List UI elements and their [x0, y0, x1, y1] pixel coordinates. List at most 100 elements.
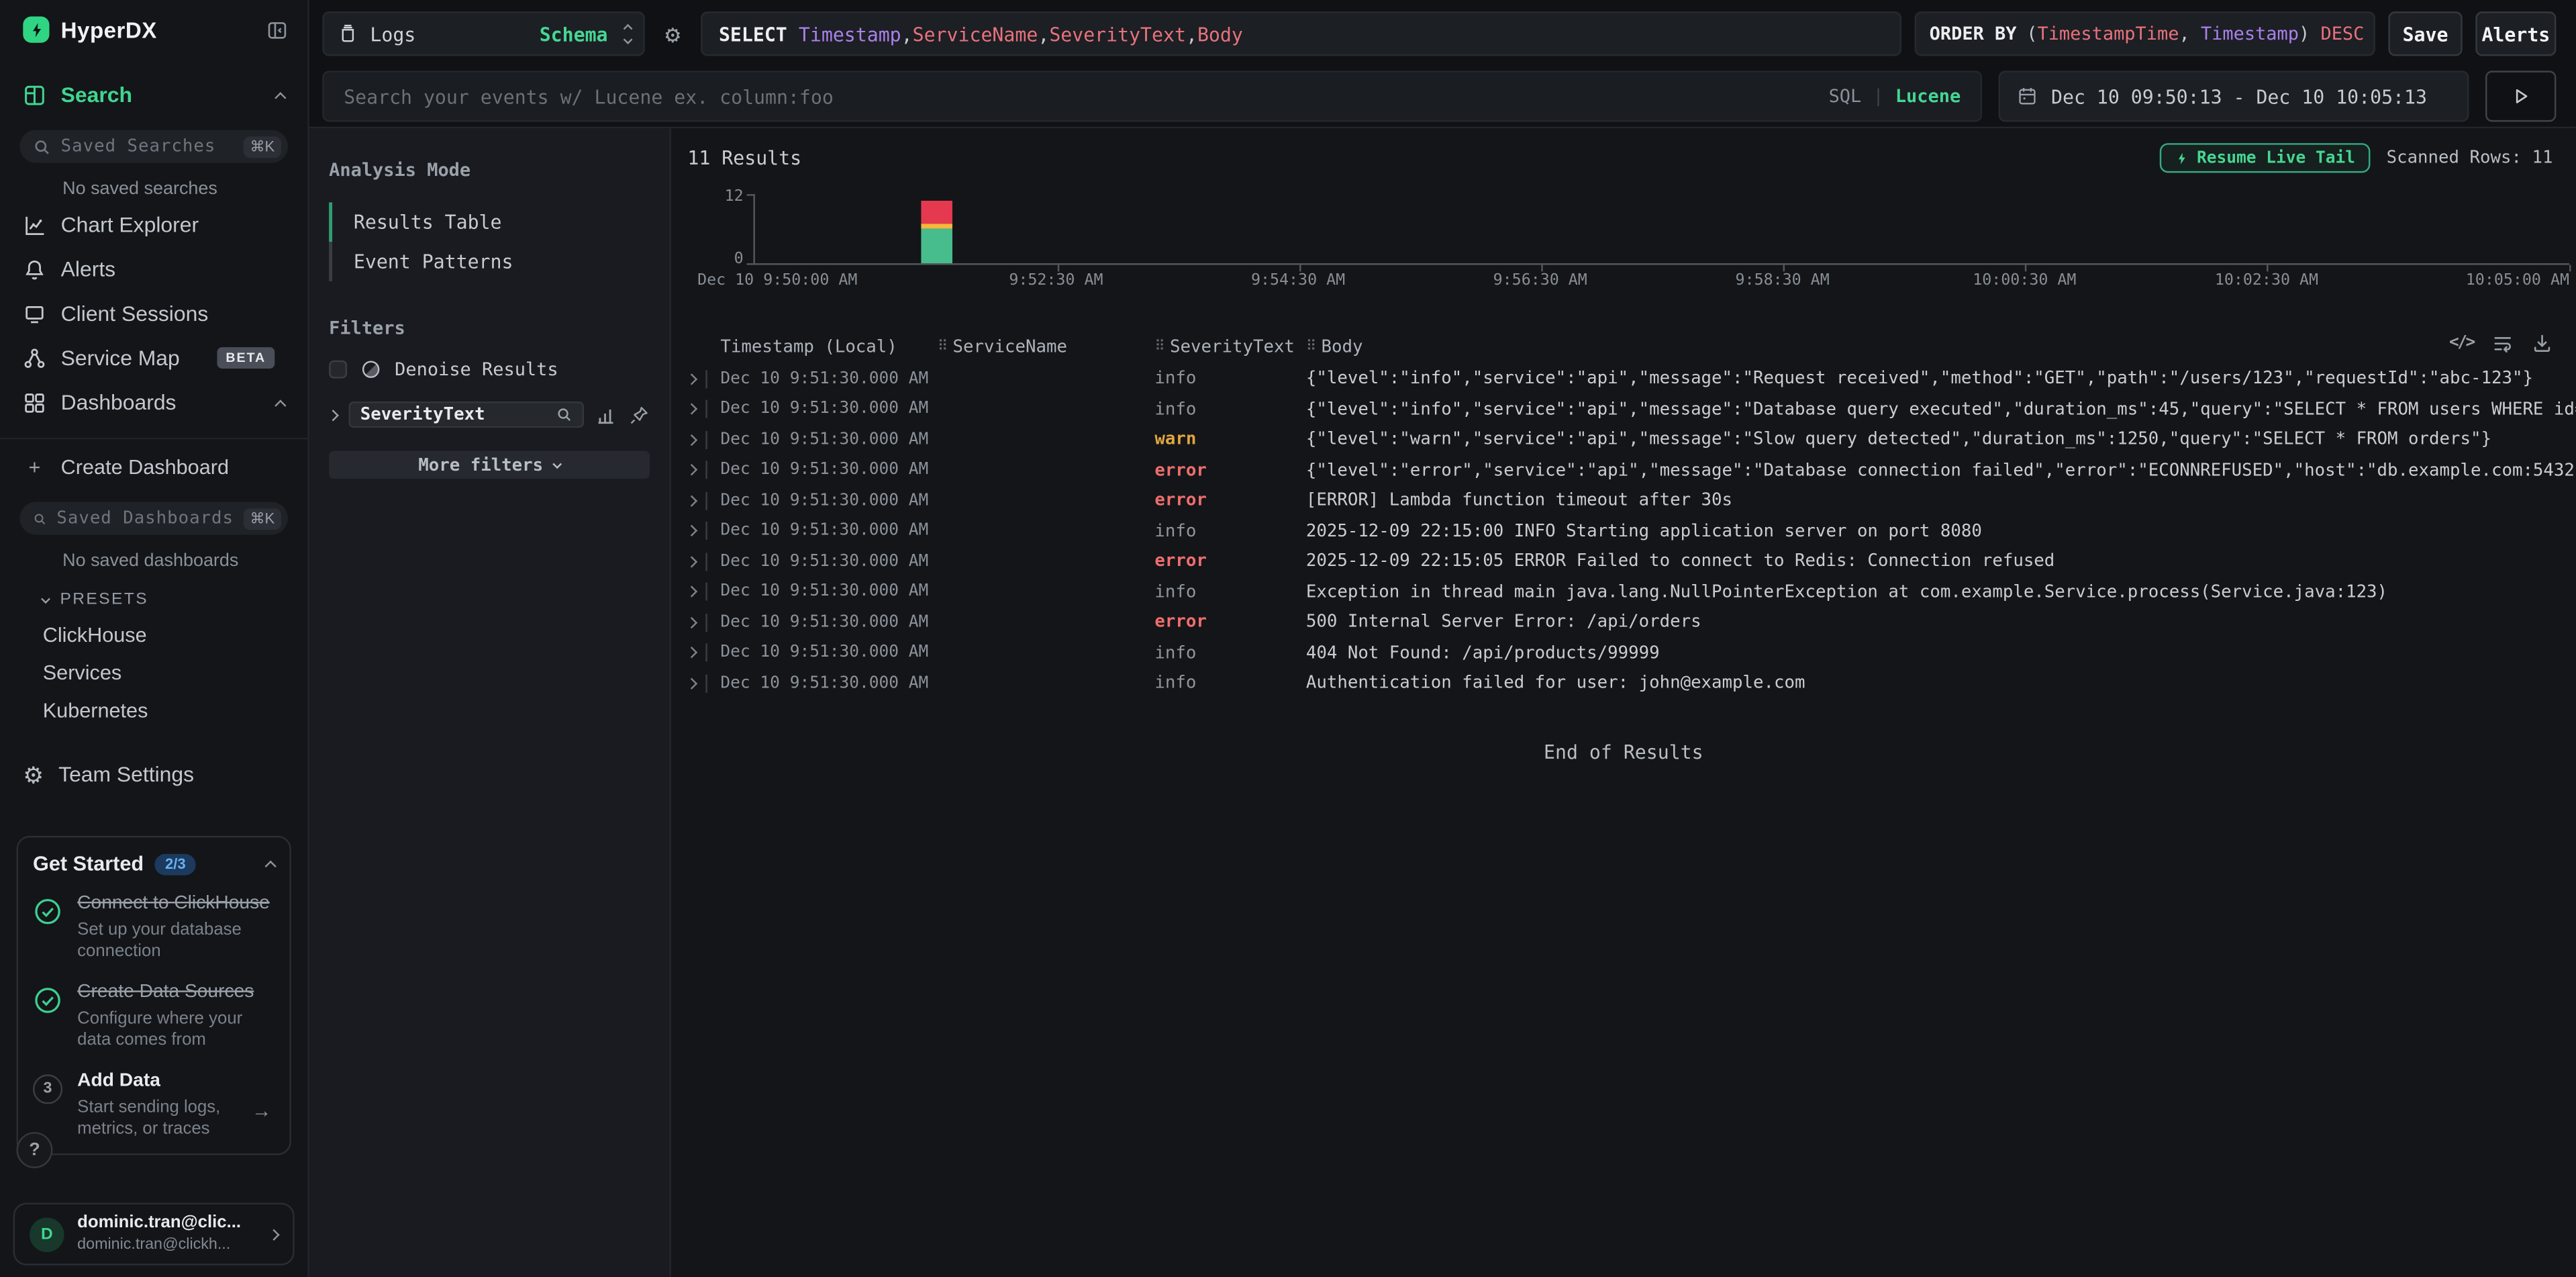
- chart-bar[interactable]: [922, 200, 953, 263]
- row-expand-icon[interactable]: [686, 556, 697, 567]
- sidebar-item-search[interactable]: Search: [0, 73, 307, 117]
- table-row[interactable]: Dec 10 9:51:30.000 AM error [ERROR] Lamb…: [687, 485, 2575, 516]
- search-placeholder: Search your events w/ Lucene ex. column:…: [344, 85, 834, 107]
- saved-searches-input[interactable]: Saved Searches ⌘K: [19, 130, 287, 163]
- get-started-step-connect[interactable]: Connect to ClickHouse Set up your databa…: [33, 892, 275, 963]
- get-started-step-sources[interactable]: Create Data Sources Configure where your…: [33, 980, 275, 1052]
- row-expand-icon[interactable]: [686, 434, 697, 445]
- sidebar-item-team-settings[interactable]: ⚙ Team Settings: [0, 752, 307, 796]
- severity-filter-field[interactable]: SeverityText: [349, 401, 584, 428]
- scanned-rows: Scanned Rows: 11: [2387, 148, 2553, 168]
- column-timestamp[interactable]: Timestamp (Local): [720, 337, 937, 357]
- sql-token: Timestamp: [2201, 23, 2299, 44]
- date-range-picker[interactable]: Dec 10 09:50:13 - Dec 10 10:05:13: [1999, 70, 2469, 122]
- column-severitytext[interactable]: ⠿SeverityText: [1154, 337, 1305, 357]
- denoise-checkbox[interactable]: [329, 361, 347, 379]
- sidebar-collapse-icon[interactable]: [266, 19, 288, 40]
- table-row[interactable]: Dec 10 9:51:30.000 AM warn {"level":"war…: [687, 424, 2575, 455]
- sidebar-item-services[interactable]: Services: [0, 653, 307, 691]
- row-expand-icon[interactable]: [686, 495, 697, 506]
- chart-plot[interactable]: [753, 194, 2569, 265]
- resume-live-tail-button[interactable]: Resume Live Tail: [2159, 143, 2370, 173]
- row-expand-icon[interactable]: [686, 677, 697, 689]
- row-expand-icon[interactable]: [686, 404, 697, 415]
- get-started-step-add-data[interactable]: 3 Add Data Start sending logs, metrics, …: [33, 1069, 275, 1141]
- user-menu[interactable]: D dominic.tran@clic... dominic.tran@clic…: [13, 1202, 295, 1265]
- more-filters-button[interactable]: More filters: [329, 451, 650, 479]
- table-row[interactable]: Dec 10 9:51:30.000 AM info {"level":"inf…: [687, 364, 2575, 394]
- run-query-button[interactable]: [2485, 70, 2556, 122]
- cell-body: Authentication failed for user: john@exa…: [1306, 673, 2576, 693]
- arrow-right-icon: →: [252, 1099, 271, 1122]
- sidebar-item-kubernetes[interactable]: Kubernetes: [0, 691, 307, 728]
- bar-chart-icon[interactable]: [595, 404, 617, 426]
- row-divider: [705, 430, 707, 448]
- code-view-icon[interactable]: </>: [2449, 334, 2474, 352]
- table-row[interactable]: Dec 10 9:51:30.000 AM info {"level":"inf…: [687, 394, 2575, 424]
- table-row[interactable]: Dec 10 9:51:30.000 AM info Authenticatio…: [687, 668, 2575, 698]
- row-expand-icon[interactable]: [686, 616, 697, 628]
- step-desc: Start sending logs, metrics, or traces: [77, 1097, 252, 1141]
- sidebar: HyperDX Search Saved Searches ⌘K No save…: [0, 0, 309, 1277]
- cell-body: 404 Not Found: /api/products/99999: [1306, 643, 2576, 663]
- sidebar-item-alerts[interactable]: Alerts: [0, 247, 307, 291]
- sidebar-item-chart-explorer[interactable]: Chart Explorer: [0, 202, 307, 246]
- chevron-right-icon[interactable]: [328, 409, 339, 420]
- order-by-input[interactable]: ORDER BY(TimestampTime, Timestamp) DESC: [1915, 11, 2375, 56]
- sql-token: Body: [1197, 22, 1243, 45]
- saved-dashboards-input[interactable]: Saved Dashboards ⌘K: [19, 502, 287, 534]
- column-body[interactable]: ⠿Body: [1306, 337, 2395, 357]
- table-row[interactable]: Dec 10 9:51:30.000 AM info 2025-12-09 22…: [687, 516, 2575, 546]
- get-started-header[interactable]: Get Started 2/3: [33, 852, 275, 875]
- query-language-toggle[interactable]: SQL | Lucene: [1829, 85, 1961, 107]
- cell-body: {"level":"warn","service":"api","message…: [1306, 430, 2576, 449]
- save-button[interactable]: Save: [2388, 11, 2462, 56]
- row-divider: [705, 461, 707, 479]
- get-started-title: Get Started: [33, 852, 144, 875]
- row-expand-icon[interactable]: [686, 373, 697, 385]
- select-query-input[interactable]: SELECTTimestamp,ServiceName,SeverityText…: [701, 11, 1901, 56]
- tab-results-table[interactable]: Results Table: [329, 202, 650, 242]
- table-row[interactable]: Dec 10 9:51:30.000 AM error 2025-12-09 2…: [687, 547, 2575, 577]
- lucene-toggle[interactable]: Lucene: [1895, 85, 1961, 107]
- event-search-input[interactable]: Search your events w/ Lucene ex. column:…: [322, 70, 1982, 122]
- download-icon[interactable]: [2532, 332, 2553, 354]
- alerts-button[interactable]: Alerts: [2475, 11, 2556, 56]
- sql-toggle[interactable]: SQL: [1829, 85, 1862, 107]
- row-expand-icon[interactable]: [686, 586, 697, 598]
- more-filters-label: More filters: [418, 455, 543, 475]
- hyperdx-logo-icon[interactable]: [23, 17, 49, 43]
- source-selector[interactable]: Logs Schema: [322, 11, 644, 56]
- sidebar-item-dashboards[interactable]: Dashboards: [0, 380, 307, 424]
- bar-segment-error: [922, 200, 953, 223]
- step-desc: Set up your database connection: [77, 920, 275, 964]
- help-button[interactable]: ?: [17, 1132, 53, 1168]
- tab-event-patterns[interactable]: Event Patterns: [329, 242, 650, 281]
- sidebar-item-service-map[interactable]: Service Map BETA: [0, 336, 307, 380]
- viewport: HyperDX Search Saved Searches ⌘K No save…: [0, 0, 2576, 1277]
- row-expand-icon[interactable]: [686, 465, 697, 476]
- sidebar-item-clickhouse[interactable]: ClickHouse: [0, 616, 307, 653]
- text-wrap-icon[interactable]: [2492, 332, 2514, 354]
- presets-toggle[interactable]: PRESETS: [0, 574, 307, 615]
- sidebar-item-client-sessions[interactable]: Client Sessions: [0, 291, 307, 336]
- source-settings-gear-icon[interactable]: ⚙: [658, 19, 687, 48]
- x-axis-tick-label: 10:02:30 AM: [2215, 271, 2318, 289]
- table-row[interactable]: Dec 10 9:51:30.000 AM info Exception in …: [687, 577, 2575, 607]
- table-row[interactable]: Dec 10 9:51:30.000 AM error 500 Internal…: [687, 607, 2575, 637]
- drag-handle-icon[interactable]: ⠿: [1154, 339, 1163, 356]
- row-expand-icon[interactable]: [686, 525, 697, 536]
- column-servicename[interactable]: ⠿ServiceName: [938, 337, 1154, 357]
- create-dashboard-button[interactable]: + Create Dashboard: [0, 446, 307, 489]
- row-divider: [705, 553, 707, 571]
- drag-handle-icon[interactable]: ⠿: [938, 339, 946, 356]
- table-row[interactable]: Dec 10 9:51:30.000 AM error {"level":"er…: [687, 455, 2575, 485]
- pin-icon[interactable]: [628, 404, 650, 426]
- chevron-down-icon: [554, 459, 562, 467]
- row-expand-icon[interactable]: [686, 647, 697, 659]
- search-icon: [33, 138, 51, 156]
- table-row[interactable]: Dec 10 9:51:30.000 AM info 404 Not Found…: [687, 638, 2575, 668]
- drag-handle-icon[interactable]: ⠿: [1306, 339, 1315, 356]
- step-number-badge: 3: [33, 1074, 62, 1103]
- x-axis-tick-label: 9:56:30 AM: [1493, 271, 1587, 289]
